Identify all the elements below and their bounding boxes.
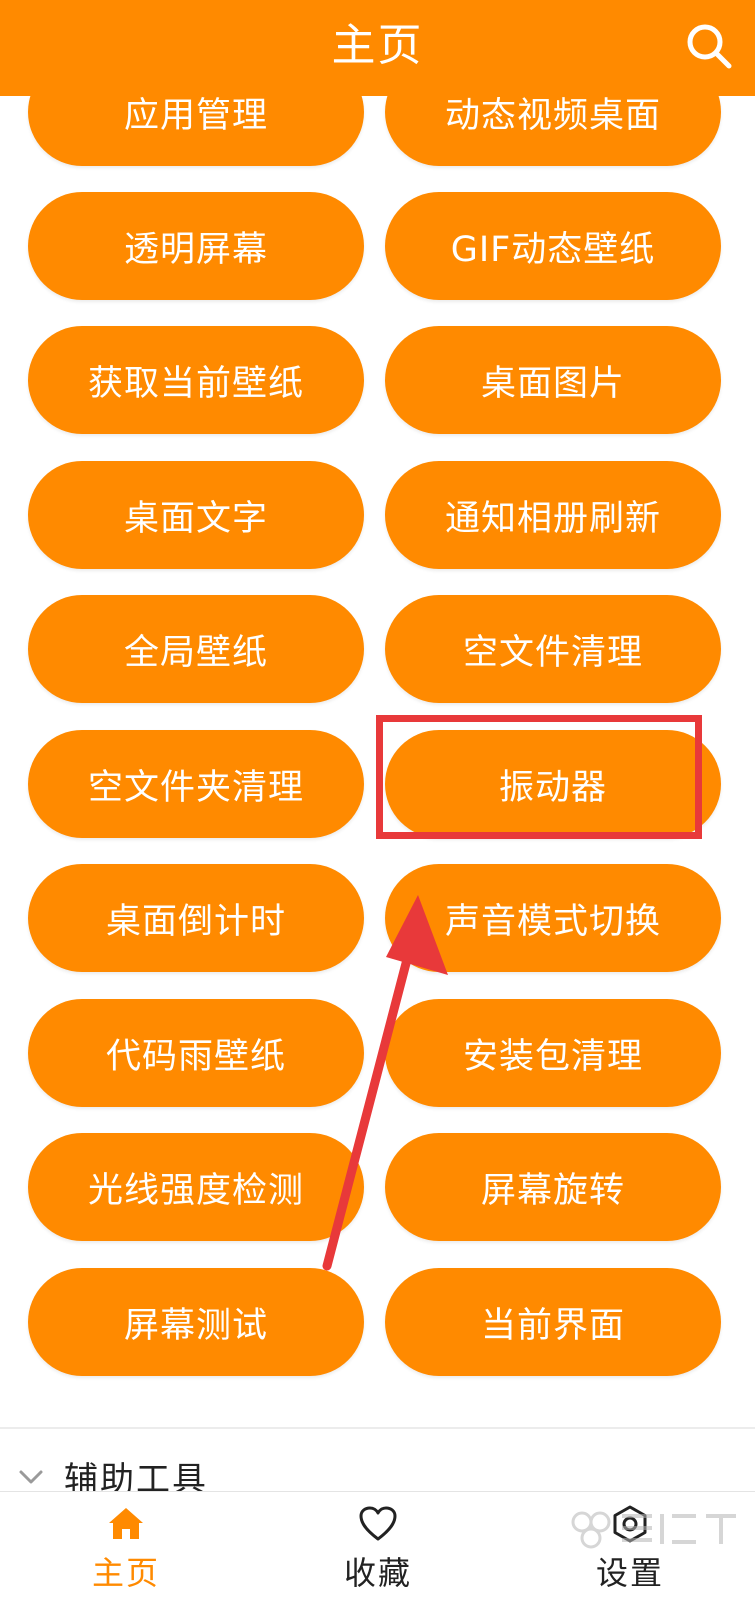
- tool-button-desktop-image[interactable]: 桌面图片: [385, 326, 721, 434]
- tool-list[interactable]: 应用管理 动态视频桌面 透明屏幕 GIF动态壁纸 获取当前壁纸 桌面图片 桌面文…: [0, 96, 755, 1491]
- tool-button-transparent-screen[interactable]: 透明屏幕: [28, 192, 364, 300]
- tool-button-desktop-text[interactable]: 桌面文字: [28, 461, 364, 569]
- tool-button-vibrator[interactable]: 振动器: [385, 730, 721, 838]
- tool-button-apk-cleanup[interactable]: 安装包清理: [385, 999, 721, 1107]
- nav-item-home[interactable]: 主页: [0, 1492, 252, 1601]
- nav-item-favorites[interactable]: 收藏: [252, 1492, 504, 1601]
- watermark-logo: [571, 1511, 736, 1549]
- search-button[interactable]: [685, 22, 733, 70]
- search-icon: [687, 24, 732, 69]
- chevron-down-icon: [19, 1470, 43, 1484]
- tool-button-desktop-countdown[interactable]: 桌面倒计时: [28, 864, 364, 972]
- tool-button-get-current-wallpaper[interactable]: 获取当前壁纸: [28, 326, 364, 434]
- tool-button-screen-rotation[interactable]: 屏幕旋转: [385, 1133, 721, 1241]
- tool-button-empty-file-cleanup[interactable]: 空文件清理: [385, 595, 721, 703]
- tool-button-screen-test[interactable]: 屏幕测试: [28, 1268, 364, 1376]
- home-icon: [109, 1508, 143, 1539]
- tool-button-notify-album-refresh[interactable]: 通知相册刷新: [385, 461, 721, 569]
- tool-button-gif-wallpaper[interactable]: GIF动态壁纸: [385, 192, 721, 300]
- tool-button-app-management[interactable]: 应用管理: [28, 96, 364, 166]
- tool-button-light-intensity[interactable]: 光线强度检测: [28, 1133, 364, 1241]
- tool-button-current-interface[interactable]: 当前界面: [385, 1268, 721, 1376]
- section-header-assist-tools[interactable]: 辅助工具: [0, 1430, 755, 1500]
- nav-label-home: 主页: [91, 1554, 160, 1592]
- section-divider: [0, 1427, 755, 1429]
- heart-icon: [359, 1506, 397, 1541]
- tool-button-dynamic-video-desktop[interactable]: 动态视频桌面: [385, 96, 721, 166]
- tool-button-sound-mode-switch[interactable]: 声音模式切换: [385, 864, 721, 972]
- page-title: 主页: [331, 20, 424, 71]
- app-header: 主页: [0, 0, 755, 96]
- nav-label-favorites: 收藏: [343, 1554, 412, 1592]
- tool-button-global-wallpaper[interactable]: 全局壁纸: [28, 595, 364, 703]
- tool-button-code-rain-wallpaper[interactable]: 代码雨壁纸: [28, 999, 364, 1107]
- tool-button-empty-folder-cleanup[interactable]: 空文件夹清理: [28, 730, 364, 838]
